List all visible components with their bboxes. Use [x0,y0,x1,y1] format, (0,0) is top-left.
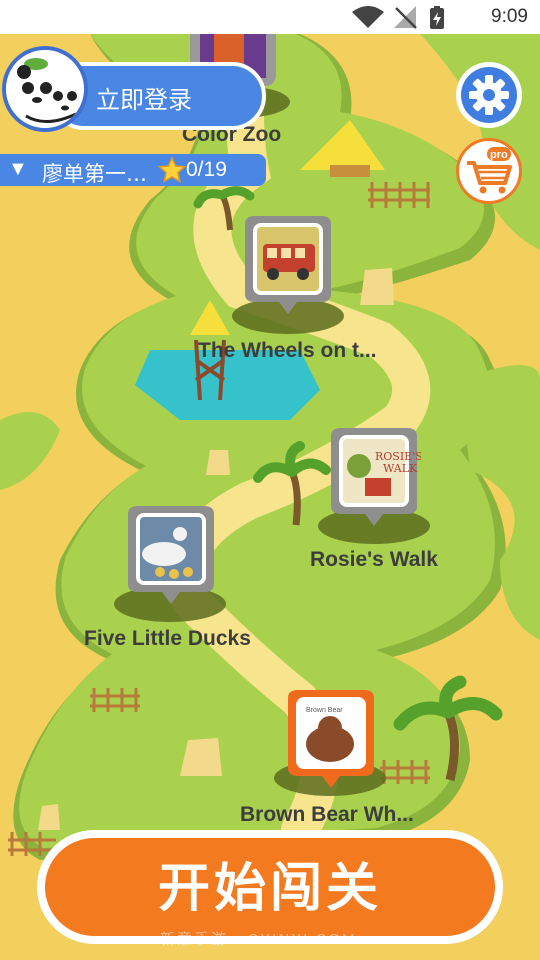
dropdown-arrow-icon[interactable]: ▼ [8,158,28,181]
watermark: 新意手游 · CXINXI.COM [160,931,357,948]
level-label-five-little-ducks: Five Little Ducks [84,627,251,650]
clock: 9:09 [491,6,528,27]
level-node-brown-bear[interactable]: Brown Bear [284,688,378,788]
status-icons [352,6,444,29]
battery-icon [430,6,444,29]
level-node-rosies-walk[interactable]: ROSIE'S WALK [327,426,423,526]
shopping-cart-pro-icon: pro [467,147,512,194]
status-bar: 9:09 [0,0,540,34]
avatar[interactable] [2,46,88,132]
no-signal-icon [394,6,417,29]
book-cover-thumbnail: ROSIE'S WALK [331,428,423,526]
level-label-wheels-on-bus: The Wheels on t... [198,339,377,362]
svg-text:pro: pro [490,149,508,161]
level-label-brown-bear: Brown Bear Wh... [240,803,414,826]
svg-text:WALK: WALK [383,462,418,475]
svg-text:Brown Bear: Brown Bear [306,707,343,714]
level-node-five-little-ducks[interactable] [124,504,218,604]
wifi-icon [352,6,384,28]
pro-store-button[interactable]: pro [456,138,522,204]
star-icon [158,157,186,183]
panda-avatar-icon [6,50,84,128]
settings-button[interactable] [456,62,522,128]
app-screen: 9:09 ROSIE'S WALK Brown Bear Color Zoo T… [0,0,540,960]
level-node-wheels-on-bus[interactable] [241,214,335,314]
book-cover-thumbnail: Brown Bear [288,690,374,788]
start-challenge-label[interactable]: 开始闯关 [45,846,495,921]
login-label[interactable]: 立即登录 [96,80,192,115]
gear-icon [461,67,517,123]
star-count: 0/19 [186,158,227,181]
book-cover-thumbnail [128,506,214,604]
book-cover-thumbnail [245,216,331,314]
level-label-rosies-walk: Rosie's Walk [310,548,438,571]
course-name[interactable]: 廖单第一… [42,158,147,188]
